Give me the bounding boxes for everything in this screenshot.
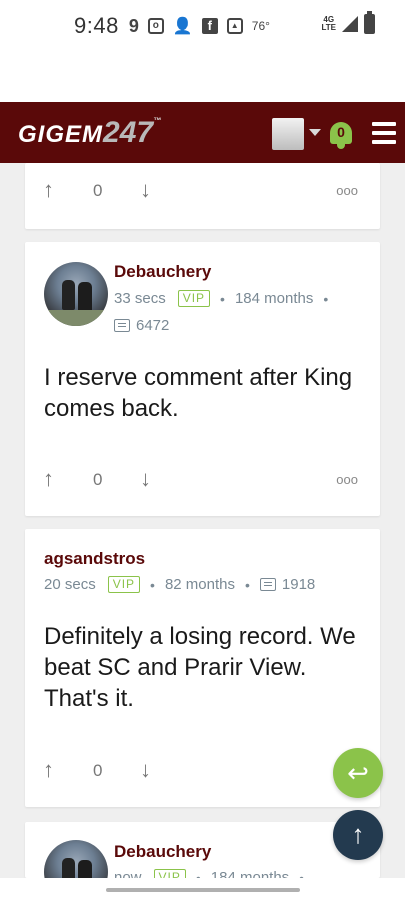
post-count: 1918 bbox=[281, 576, 316, 593]
reply-button[interactable]: ↩ bbox=[333, 748, 383, 798]
top-spacer bbox=[0, 52, 405, 102]
hamburger-menu-icon[interactable] bbox=[372, 122, 396, 144]
downvote-icon[interactable]: ↓ bbox=[140, 466, 151, 492]
network-type: 4G LTE bbox=[321, 15, 336, 32]
separator-dot: • bbox=[323, 290, 329, 307]
post-count: 6472 bbox=[136, 317, 170, 334]
post-meta: 33 secs VIP • 184 months • bbox=[114, 290, 338, 307]
upvote-icon[interactable]: ↑ bbox=[43, 177, 54, 203]
vip-badge: VIP bbox=[177, 290, 211, 307]
vote-row: ↑ 0 ↓ ooo bbox=[25, 177, 380, 207]
battery-icon bbox=[364, 11, 375, 34]
logo-text: GIGEM bbox=[18, 121, 104, 148]
post-count-row: 6472 bbox=[114, 317, 169, 334]
chevron-down-icon[interactable] bbox=[309, 129, 321, 136]
bell-clapper bbox=[337, 144, 345, 149]
post-card: Debauchery now VIP • 184 months • bbox=[25, 822, 380, 878]
post-card: agsandstros 20 secs VIP • 82 months • 19… bbox=[25, 529, 380, 807]
status-bar: 9:48 9 o 👤 f ▲ 76° 4G LTE bbox=[0, 0, 405, 52]
post-time: 20 secs bbox=[44, 576, 96, 593]
post-time: now bbox=[114, 869, 142, 878]
post-username[interactable]: Debauchery bbox=[114, 842, 211, 862]
vip-badge: VIP bbox=[153, 869, 186, 878]
facebook-icon: f bbox=[201, 18, 218, 34]
avatar[interactable] bbox=[44, 262, 108, 326]
image-icon: ▲ bbox=[226, 18, 243, 34]
upvote-icon[interactable]: ↑ bbox=[43, 466, 54, 492]
vote-count: 0 bbox=[93, 470, 103, 489]
add-person-icon: 👤 bbox=[172, 18, 193, 35]
message-icon bbox=[114, 319, 130, 332]
separator-dot: • bbox=[195, 869, 201, 879]
system-nav-bar bbox=[0, 878, 405, 900]
post-time: 33 secs bbox=[114, 290, 166, 307]
post-meta: now VIP • 184 months • bbox=[114, 869, 314, 878]
downvote-icon[interactable]: ↓ bbox=[140, 757, 151, 783]
post-body: Definitely a losing record. We beat SC a… bbox=[44, 623, 356, 712]
post-username[interactable]: agsandstros bbox=[44, 549, 145, 569]
separator-dot: • bbox=[299, 869, 305, 879]
camera-notification-icon: o bbox=[147, 18, 164, 34]
notification-count: 0 bbox=[337, 124, 345, 140]
status-time: 9:48 bbox=[74, 13, 119, 38]
user-avatar-button[interactable] bbox=[272, 118, 304, 150]
vip-badge: VIP bbox=[107, 576, 141, 593]
vote-row: ↑ 0 ↓ ooo bbox=[25, 466, 380, 496]
vote-count: 0 bbox=[93, 181, 103, 200]
more-options-icon[interactable]: ooo bbox=[336, 183, 358, 198]
signal-icon bbox=[342, 16, 358, 32]
app-notification-icon: 9 bbox=[128, 15, 139, 36]
member-tenure: 184 months bbox=[210, 869, 290, 878]
notification-bell-icon[interactable]: 0 bbox=[327, 116, 355, 150]
vote-row: ↑ 0 ↓ bbox=[25, 757, 380, 787]
post-meta: 20 secs VIP • 82 months • 1918 bbox=[44, 576, 315, 593]
separator-dot: • bbox=[150, 576, 155, 593]
member-tenure: 184 months bbox=[234, 290, 314, 307]
member-tenure: 82 months bbox=[164, 576, 235, 593]
separator-dot: • bbox=[245, 576, 250, 593]
status-right: 4G LTE bbox=[321, 11, 375, 34]
home-gesture-handle[interactable] bbox=[106, 888, 300, 892]
post-card: ↑ 0 ↓ ooo bbox=[25, 163, 380, 229]
logo-number: 247 bbox=[103, 116, 154, 149]
post-body: I reserve comment after King comes back. bbox=[44, 364, 353, 422]
more-options-icon[interactable]: ooo bbox=[336, 472, 358, 487]
app-header: GIGEM247™ 0 bbox=[0, 102, 405, 163]
upvote-icon[interactable]: ↑ bbox=[43, 757, 54, 783]
message-icon bbox=[259, 578, 276, 591]
scroll-to-top-button[interactable]: ↑ bbox=[333, 810, 383, 860]
temperature: 76° bbox=[251, 19, 270, 33]
post-card: Debauchery 33 secs VIP • 184 months • 64… bbox=[25, 242, 380, 516]
status-icons: 9 o 👤 f ▲ 76° bbox=[129, 16, 270, 37]
downvote-icon[interactable]: ↓ bbox=[140, 177, 151, 203]
post-username[interactable]: Debauchery bbox=[114, 262, 211, 282]
site-logo[interactable]: GIGEM247™ bbox=[18, 116, 162, 150]
separator-dot: • bbox=[220, 290, 225, 307]
avatar[interactable] bbox=[44, 840, 108, 878]
logo-tm: ™ bbox=[153, 116, 163, 125]
vote-count: 0 bbox=[93, 761, 103, 780]
